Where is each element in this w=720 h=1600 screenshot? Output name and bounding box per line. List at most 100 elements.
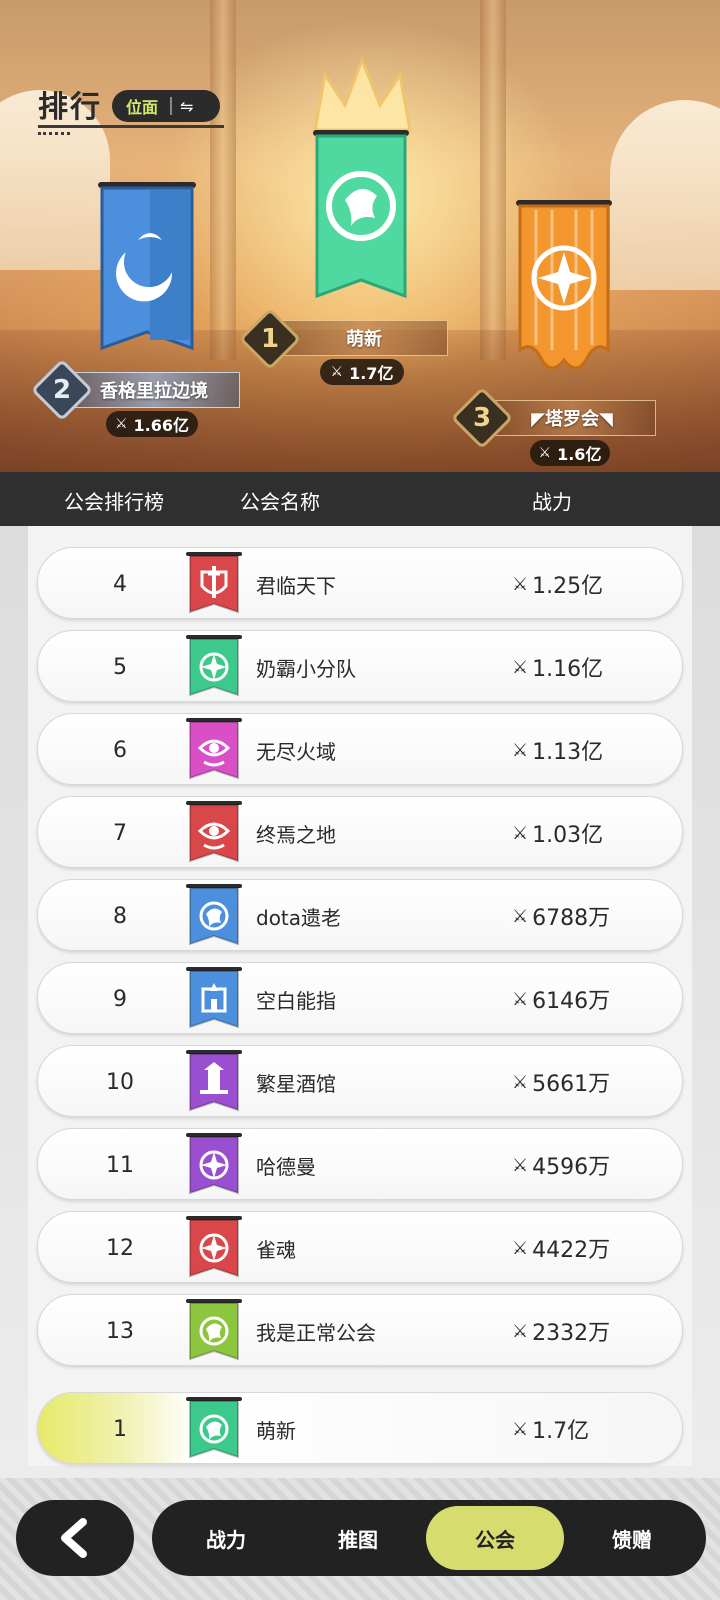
podium-first-banner[interactable]	[313, 130, 409, 308]
crossed-swords-icon: ⚔	[512, 1154, 529, 1176]
compass-star-icon	[199, 1150, 229, 1180]
scope-toggle-button[interactable]: 位面 ⇋	[112, 90, 220, 122]
crossed-swords-icon: ⚔	[512, 656, 529, 678]
guild-banner-icon	[186, 635, 242, 703]
podium-second-name: 香格里拉边境	[68, 372, 240, 408]
row-guild-name: 奶霸小分队	[256, 656, 356, 681]
row-guild-name: 无尽火域	[256, 739, 336, 764]
hero-column	[480, 0, 506, 360]
row-power: ⚔ 6146万	[512, 963, 610, 1035]
crossed-swords-icon: ⚔	[538, 445, 552, 461]
podium-first-name-text: 萌新	[346, 329, 382, 350]
podium-second-power-value: 1.66亿	[133, 416, 190, 435]
column-name-header: 公会名称	[240, 490, 320, 514]
crossed-swords-icon: ⚔	[512, 905, 529, 927]
row-guild-name: 我是正常公会	[256, 1320, 376, 1345]
podium-third-name: ◤塔罗会◥	[488, 400, 656, 436]
hero-window-right	[610, 100, 720, 290]
row-power: ⚔ 5661万	[512, 1046, 610, 1118]
row-rank: 6	[113, 737, 127, 763]
row-power: ⚔ 1.16亿	[512, 631, 603, 703]
ranking-row[interactable]: 4 君临天下 ⚔ 1.25亿	[37, 547, 683, 619]
row-power: ⚔ 1.03亿	[512, 797, 603, 869]
row-power: ⚔ 2332万	[512, 1295, 610, 1367]
row-power-value: 4422万	[532, 1238, 611, 1263]
title-underline	[38, 125, 224, 128]
ranking-row[interactable]: 5 奶霸小分队 ⚔ 1.16亿	[37, 630, 683, 702]
crossed-swords-icon: ⚔	[512, 573, 529, 595]
row-power: ⚔ 4422万	[512, 1212, 610, 1284]
chevron-left-icon	[61, 1518, 87, 1558]
row-rank: 13	[106, 1318, 134, 1344]
guild-banner-icon	[186, 1216, 242, 1284]
ranking-row[interactable]: 8 dota遗老 ⚔ 6788万	[37, 879, 683, 951]
ranking-row[interactable]: 12 雀魂 ⚔ 4422万	[37, 1211, 683, 1283]
row-guild-name: 哈德曼	[256, 1154, 316, 1179]
tab-power[interactable]: 战力	[170, 1500, 282, 1576]
ranking-row[interactable]: 7 终焉之地 ⚔ 1.03亿	[37, 796, 683, 868]
row-power-value: 4596万	[532, 1155, 611, 1180]
row-power: ⚔ 4596万	[512, 1129, 610, 1201]
rank-number-2: 2	[52, 375, 72, 405]
page-title: 排行	[38, 90, 102, 125]
table-header: 公会排行榜 公会名称 战力	[0, 472, 720, 526]
row-power-value: 1.7亿	[532, 1419, 590, 1444]
row-guild-name: 雀魂	[256, 1237, 296, 1262]
compass-star-icon	[199, 1233, 229, 1263]
row-rank: 1	[113, 1416, 127, 1442]
crossed-swords-icon: ⚔	[512, 1237, 529, 1259]
podium-third-banner[interactable]	[516, 200, 612, 380]
row-rank: 8	[113, 903, 127, 929]
row-guild-name: dota遗老	[256, 905, 342, 930]
compass-star-icon	[531, 245, 597, 311]
column-power-header: 战力	[532, 490, 572, 514]
row-power-value: 1.13亿	[532, 740, 604, 765]
crossed-swords-icon: ⚔	[512, 1418, 529, 1440]
guild-banner-icon	[186, 1050, 242, 1118]
ranking-row[interactable]: 9 空白能指 ⚔ 6146万	[37, 962, 683, 1034]
podium-third-name-text: ◤塔罗会◥	[531, 409, 613, 430]
guild-banner-icon	[186, 1133, 242, 1201]
rank-number-1: 1	[260, 324, 280, 354]
my-guild-row[interactable]: 1 萌新 ⚔ 1.7亿	[37, 1392, 683, 1464]
guild-banner-icon	[186, 1397, 242, 1465]
page-title-block: 排行	[38, 82, 224, 135]
podium-second-power: ⚔ 1.66亿	[106, 411, 198, 437]
compass-star-icon	[199, 652, 229, 682]
guild-banner-icon	[186, 718, 242, 786]
podium-second-banner[interactable]	[98, 182, 196, 358]
scope-toggle-label: 位面	[126, 98, 159, 117]
ranking-row[interactable]: 6 无尽火域 ⚔ 1.13亿	[37, 713, 683, 785]
crossed-swords-icon: ⚔	[512, 988, 529, 1010]
ranking-row[interactable]: 10 繁星酒馆 ⚔ 5661万	[37, 1045, 683, 1117]
ranking-row[interactable]: 11 哈德曼 ⚔ 4596万	[37, 1128, 683, 1200]
row-power: ⚔ 1.7亿	[512, 1393, 589, 1465]
ranking-row[interactable]: 13 我是正常公会 ⚔ 2332万	[37, 1294, 683, 1366]
title-dots	[38, 132, 70, 135]
crown-decoration	[313, 55, 412, 132]
guild-banner-icon	[186, 801, 242, 869]
row-rank: 7	[113, 820, 127, 846]
row-power-value: 6146万	[532, 989, 611, 1014]
tab-gift[interactable]: 馈赠	[576, 1500, 688, 1576]
row-rank: 5	[113, 654, 127, 680]
row-rank: 4	[113, 571, 127, 597]
row-rank: 9	[113, 986, 127, 1012]
row-guild-name: 繁星酒馆	[256, 1071, 336, 1096]
tab-stage[interactable]: 推图	[302, 1500, 414, 1576]
crossed-swords-icon: ⚔	[512, 822, 529, 844]
row-power-value: 2332万	[532, 1321, 611, 1346]
row-rank: 11	[106, 1152, 134, 1178]
toggle-divider	[170, 97, 173, 115]
back-button[interactable]	[16, 1500, 134, 1576]
row-power-value: 5661万	[532, 1072, 611, 1097]
row-guild-name: 终焉之地	[256, 822, 336, 847]
tab-guild[interactable]: 公会	[426, 1506, 564, 1570]
guild-banner-icon	[186, 552, 242, 620]
podium-first-power: ⚔ 1.7亿	[320, 359, 404, 385]
row-rank: 10	[106, 1069, 134, 1095]
crossed-swords-icon: ⚔	[512, 1320, 529, 1342]
row-guild-name: 萌新	[256, 1418, 296, 1443]
crossed-swords-icon: ⚔	[114, 416, 128, 432]
row-power: ⚔ 6788万	[512, 880, 610, 952]
